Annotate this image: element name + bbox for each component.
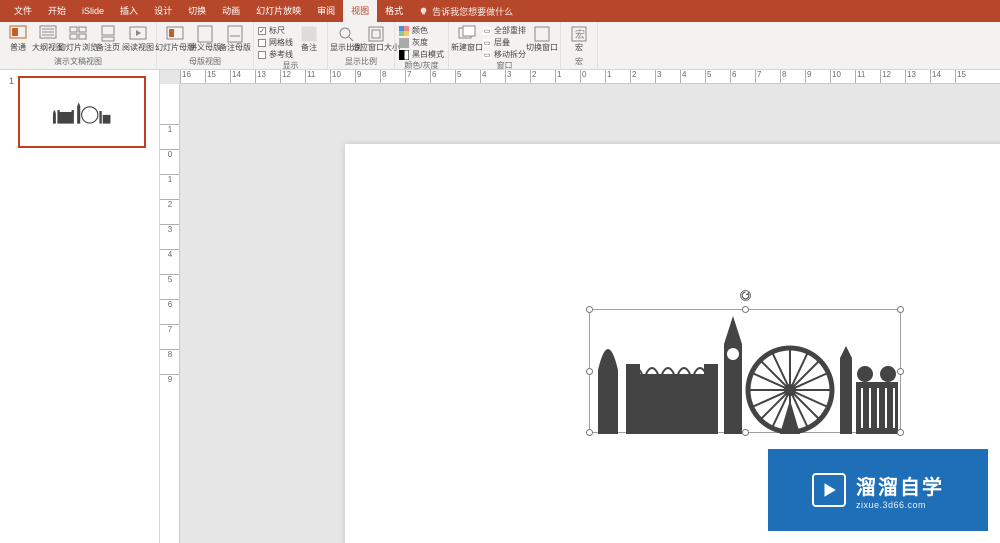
group-window: 新建窗口 ▭全部重排 ▭层叠 ▭移动拆分 切换窗口 窗口	[449, 22, 561, 69]
rotate-handle[interactable]	[740, 290, 751, 301]
tell-me-label: 告诉我您想要做什么	[432, 5, 513, 18]
resize-handle-sw[interactable]	[586, 429, 593, 436]
resize-handle-w[interactable]	[586, 368, 593, 375]
ribbon-tabs: 文件 开始 iSlide 插入 设计 切换 动画 幻灯片放映 审阅 视图 格式 …	[0, 0, 1000, 22]
city-silhouette-icon	[52, 99, 112, 125]
group-macros: 宏宏 宏	[561, 22, 598, 69]
vertical-ruler[interactable]: 10123456789	[160, 84, 180, 543]
tab-file[interactable]: 文件	[6, 0, 40, 22]
resize-handle-n[interactable]	[742, 306, 749, 313]
group-zoom: 显示比例 适应窗口大小 显示比例	[328, 22, 395, 69]
btn-slide-sorter[interactable]: 幻灯片浏览	[64, 24, 92, 53]
btn-new-window[interactable]: 新建窗口	[453, 24, 481, 53]
btn-reading-view[interactable]: 阅读视图	[124, 24, 152, 53]
tell-me-search[interactable]: 告诉我您想要做什么	[419, 5, 513, 18]
btn-move-split[interactable]: ▭移动拆分	[483, 49, 526, 60]
btn-switch-window[interactable]: 切换窗口	[528, 24, 556, 53]
btn-fit-window[interactable]: 适应窗口大小	[362, 24, 390, 53]
city-silhouette-shape[interactable]	[590, 310, 902, 434]
selection-box[interactable]	[589, 309, 901, 433]
tab-insert[interactable]: 插入	[112, 0, 146, 22]
tab-design[interactable]: 设计	[146, 0, 180, 22]
btn-notes[interactable]: 备注	[295, 24, 323, 53]
resize-handle-se[interactable]	[897, 429, 904, 436]
btn-notes-master[interactable]: 备注母版	[221, 24, 249, 53]
tab-slideshow[interactable]: 幻灯片放映	[248, 0, 309, 22]
group-label: 母版视图	[189, 56, 221, 69]
btn-notes-page[interactable]: 备注页	[94, 24, 122, 53]
group-label: 演示文稿视图	[54, 56, 102, 69]
resize-handle-e[interactable]	[897, 368, 904, 375]
resize-handle-nw[interactable]	[586, 306, 593, 313]
watermark-banner: 溜溜自学 zixue.3d66.com	[768, 449, 988, 531]
group-label: 显示比例	[345, 56, 377, 69]
resize-handle-ne[interactable]	[897, 306, 904, 313]
rotate-icon	[741, 291, 750, 300]
chk-gridlines[interactable]: 网格线	[258, 37, 293, 48]
tab-animation[interactable]: 动画	[214, 0, 248, 22]
horizontal-ruler[interactable]: 1615141312111098765432101234567891011121…	[180, 70, 1000, 84]
slide-thumbnail[interactable]	[18, 76, 146, 148]
lightbulb-icon	[419, 7, 428, 16]
btn-slide-master[interactable]: 幻灯片母版	[161, 24, 189, 53]
group-master-views: 幻灯片母版 讲义母版 备注母版 母版视图	[157, 22, 254, 69]
tab-format[interactable]: 格式	[377, 0, 411, 22]
ribbon: 普通 大纲视图 幻灯片浏览 备注页 阅读视图 演示文稿视图 幻灯片母版	[0, 22, 1000, 70]
chk-guides[interactable]: 参考线	[258, 49, 293, 60]
tab-transition[interactable]: 切换	[180, 0, 214, 22]
btn-cascade[interactable]: ▭层叠	[483, 37, 526, 48]
group-color-grayscale: 颜色 灰度 黑白模式 颜色/灰度	[395, 22, 449, 69]
resize-handle-s[interactable]	[742, 429, 749, 436]
chk-ruler[interactable]: ✓标尺	[258, 25, 293, 36]
thumbnail-row[interactable]: 1	[6, 76, 153, 148]
tab-home[interactable]: 开始	[40, 0, 74, 22]
tab-islide[interactable]: iSlide	[74, 0, 112, 22]
btn-color[interactable]: 颜色	[399, 25, 444, 36]
group-label: 宏	[575, 56, 583, 69]
watermark-title: 溜溜自学	[856, 471, 944, 500]
thumbnail-number: 1	[6, 76, 14, 86]
watermark-sub: zixue.3d66.com	[856, 500, 944, 510]
btn-grayscale[interactable]: 灰度	[399, 37, 444, 48]
play-icon	[812, 473, 846, 507]
btn-handout-master[interactable]: 讲义母版	[191, 24, 219, 53]
btn-macros[interactable]: 宏宏	[565, 24, 593, 53]
btn-normal-view[interactable]: 普通	[4, 24, 32, 53]
btn-blackwhite[interactable]: 黑白模式	[399, 49, 444, 60]
tab-review[interactable]: 审阅	[309, 0, 343, 22]
svg-text:宏: 宏	[575, 28, 585, 41]
group-presentation-views: 普通 大纲视图 幻灯片浏览 备注页 阅读视图 演示文稿视图	[0, 22, 157, 69]
group-show: ✓标尺 网格线 参考线 备注 显示	[254, 22, 328, 69]
slide-thumbnail-panel[interactable]: 1	[0, 70, 160, 543]
tab-view[interactable]: 视图	[343, 0, 377, 22]
btn-arrange-all[interactable]: ▭全部重排	[483, 25, 526, 36]
